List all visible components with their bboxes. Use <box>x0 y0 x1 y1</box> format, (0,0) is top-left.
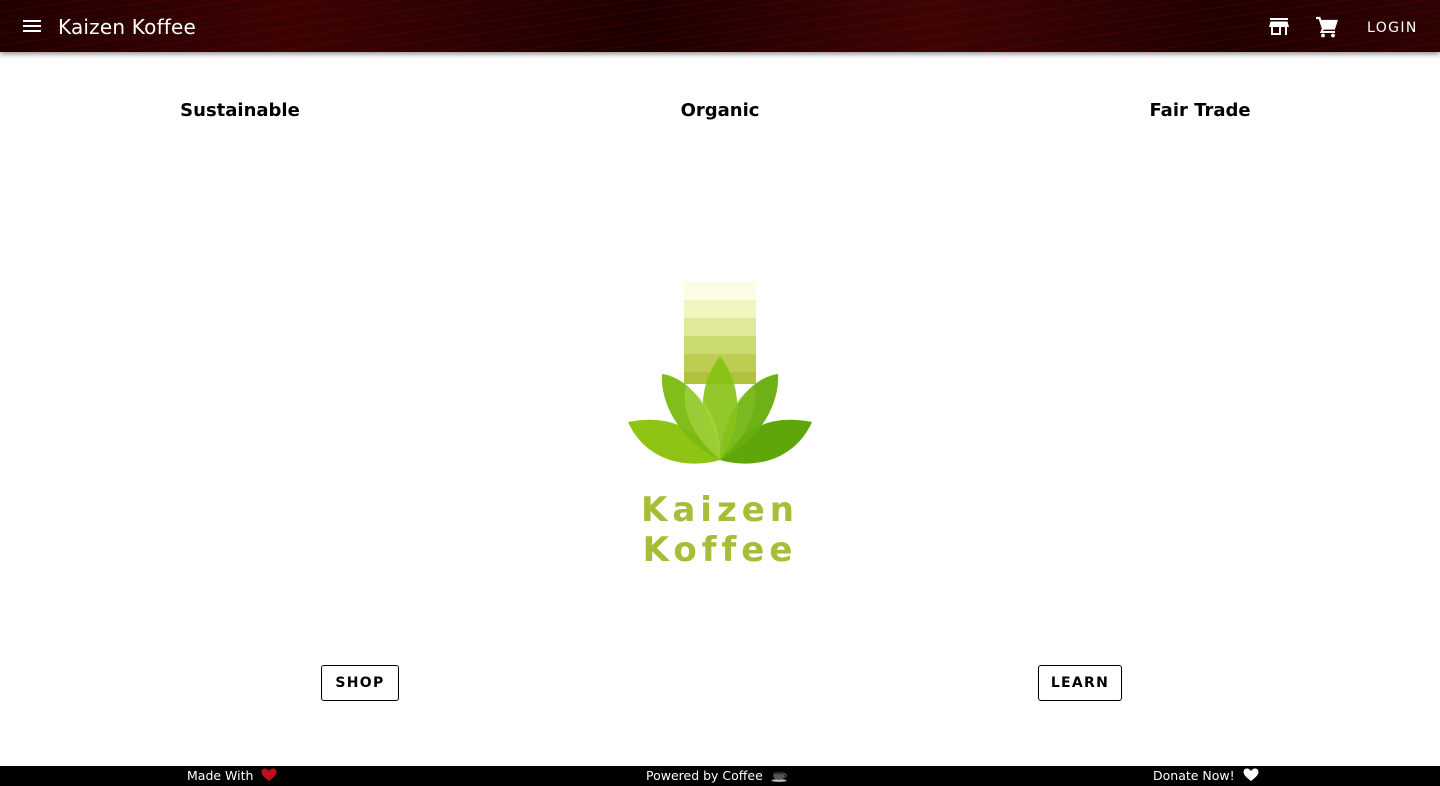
login-button[interactable]: LOGIN <box>1367 20 1418 36</box>
footer-made-with: Made With <box>187 768 277 785</box>
powered-by-text: Powered by Coffee <box>646 768 763 783</box>
cart-icon <box>1316 16 1339 38</box>
white-heart-icon <box>1243 768 1259 785</box>
brand-title[interactable]: Kaizen Koffee <box>58 15 196 39</box>
shop-button[interactable]: SHOP <box>321 665 399 701</box>
heart-icon <box>261 768 277 785</box>
learn-button[interactable]: LEARN <box>1038 665 1122 701</box>
menu-button[interactable] <box>22 17 46 35</box>
footer-powered-by: Powered by Coffee <box>646 768 789 785</box>
store-icon <box>1269 18 1289 35</box>
logo-wordmark: Kaizen Koffee <box>641 490 799 570</box>
made-with-text: Made With <box>187 768 254 783</box>
coffee-cup-icon <box>771 770 789 785</box>
feature-fair-trade: Fair Trade <box>1149 100 1251 121</box>
store-button[interactable] <box>1267 16 1291 38</box>
footer-bar: Made With Powered by Coffee Donate Now! <box>0 766 1440 786</box>
app-bar: Kaizen Koffee LOGIN <box>0 0 1440 52</box>
feature-organic: Organic <box>680 100 760 121</box>
cart-button[interactable] <box>1315 16 1339 38</box>
donate-link[interactable]: Donate Now! <box>1153 768 1235 783</box>
footer-donate[interactable]: Donate Now! <box>1153 768 1259 785</box>
brand-logo: Kaizen Koffee <box>590 278 850 570</box>
feature-sustainable: Sustainable <box>180 100 300 121</box>
lotus-logo-graphic <box>628 282 812 464</box>
